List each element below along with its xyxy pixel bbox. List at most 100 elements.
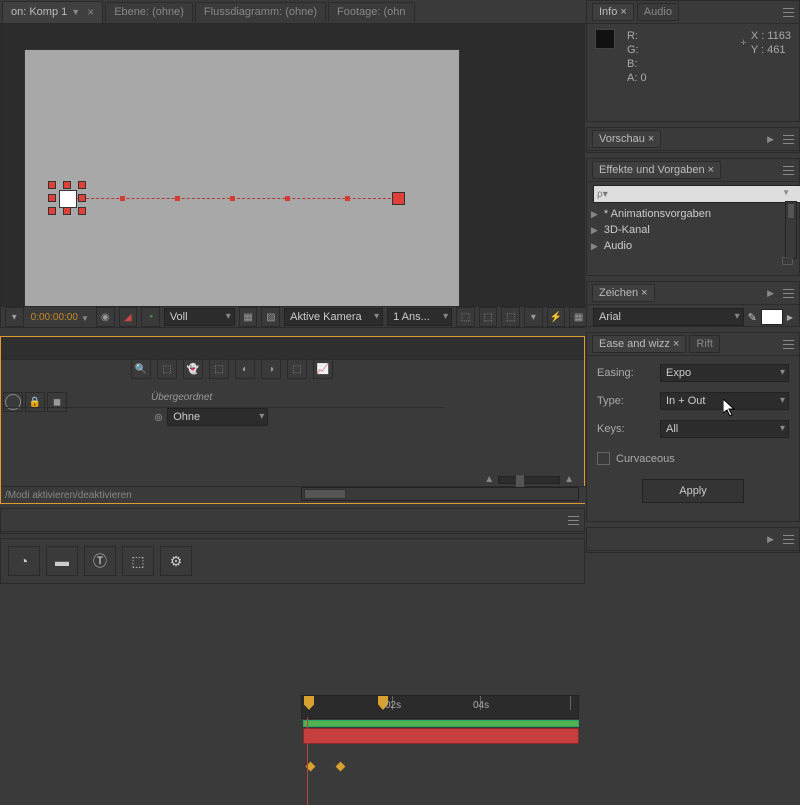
zoom-in-icon[interactable]: ▲	[564, 474, 574, 485]
swap-swatch-icon[interactable]: ▶	[787, 313, 793, 322]
tab-comp[interactable]: on: Komp 1 ▼ ×	[2, 1, 103, 23]
keys-label: Keys:	[597, 423, 652, 435]
layer-bar-1[interactable]	[303, 720, 579, 727]
expand-icon[interactable]: ▶	[767, 134, 774, 145]
effects-item-3d[interactable]: ▶3D-Kanal	[587, 222, 799, 238]
time-ruler[interactable]: 02s 04s	[301, 695, 579, 719]
rgb-icon[interactable]: ◔	[141, 307, 160, 327]
tab-audio[interactable]: Audio	[637, 3, 679, 21]
keys-dropdown[interactable]: All	[660, 420, 789, 438]
camera-dropdown[interactable]: Aktive Kamera	[284, 308, 383, 326]
snapshot-icon[interactable]: ◉	[96, 307, 115, 327]
close-icon[interactable]: ×	[648, 133, 654, 145]
mag-dropdown[interactable]: ▾	[5, 307, 24, 327]
roi-icon[interactable]: ▦	[239, 307, 258, 327]
resolution-dropdown[interactable]: Voll	[164, 308, 235, 326]
effects-search[interactable]	[593, 185, 800, 203]
close-icon[interactable]: ×	[620, 6, 626, 18]
fill-swatch[interactable]	[761, 309, 783, 325]
tool-settings[interactable]: ⚙	[160, 546, 192, 576]
info-b: B:	[627, 57, 647, 71]
views-dropdown[interactable]: 1 Ans...	[387, 308, 452, 326]
info-g: G:	[627, 43, 647, 57]
zoom-out-icon[interactable]: ▲	[484, 474, 494, 485]
panel-menu-icon[interactable]	[783, 166, 794, 175]
tab-preview[interactable]: Vorschau ×	[592, 130, 661, 148]
chevron-down-icon: ▼	[71, 7, 80, 17]
font-family-dropdown[interactable]: Arial	[593, 308, 744, 326]
panel-menu-icon[interactable]	[783, 8, 794, 17]
easing-label: Easing:	[597, 367, 652, 379]
eyedropper-icon[interactable]: ✎	[748, 311, 757, 324]
work-area-start[interactable]	[304, 696, 314, 710]
tool-mask[interactable]: ▬	[46, 546, 78, 576]
tl-graph-icon[interactable]: 📈	[313, 359, 333, 379]
tool-text[interactable]: Ⓣ	[84, 546, 116, 576]
transparency-icon[interactable]: ▨	[261, 307, 280, 327]
effects-item-audio[interactable]: ▶Audio	[587, 238, 799, 254]
tab-layer[interactable]: Ebene: (ohne)	[105, 2, 193, 22]
parent-dropdown[interactable]: Ohne	[167, 408, 268, 426]
expand-icon[interactable]: ▶	[767, 288, 774, 299]
timeline-statusbar: /Modi aktivieren/deaktivieren	[5, 490, 132, 501]
view-d-icon[interactable]: ▾	[524, 307, 543, 327]
composition-canvas[interactable]	[25, 50, 459, 309]
effects-item-presets[interactable]: ▶* Animationsvorgaben	[587, 206, 799, 222]
tab-easewizz[interactable]: Ease and wizz ×	[592, 335, 686, 353]
view-c-icon[interactable]: ⬚	[501, 307, 520, 327]
ruler-tick-02: 02s	[385, 700, 401, 711]
tl-fx-icon[interactable]: ⬚	[209, 359, 229, 379]
panel-menu-icon[interactable]	[568, 516, 579, 525]
keyframe[interactable]	[336, 762, 346, 772]
tab-footage[interactable]: Footage: (ohn	[328, 2, 415, 22]
apply-button[interactable]: Apply	[642, 479, 744, 503]
panel-menu-icon[interactable]	[783, 340, 794, 349]
panel-menu-icon[interactable]	[783, 135, 794, 144]
info-a-label: A:	[627, 72, 637, 84]
ruler-tick-04: 04s	[473, 700, 489, 711]
close-icon[interactable]: ×	[87, 5, 94, 19]
tab-flowchart[interactable]: Flussdiagramm: (ohne)	[195, 2, 326, 22]
type-dropdown[interactable]: In + Out	[660, 392, 789, 410]
info-r: R:	[627, 29, 647, 43]
info-x: X : 1163	[751, 29, 791, 43]
parent-header: Übergeordnet	[151, 392, 212, 403]
tl-shy-icon[interactable]: 👻	[183, 359, 203, 379]
info-y: Y : 461	[751, 43, 791, 57]
fast-prev-icon[interactable]: ⚡	[547, 307, 566, 327]
time-playhead	[307, 717, 308, 805]
view-b-icon[interactable]: ⬚	[479, 307, 498, 327]
timeline-hscroll[interactable]	[301, 487, 579, 501]
panel-menu-icon[interactable]	[783, 289, 794, 298]
tl-search-icon[interactable]: 🔍	[131, 359, 151, 379]
easing-dropdown[interactable]: Expo	[660, 364, 789, 382]
tool-puppet[interactable]: ⬚	[122, 546, 154, 576]
effects-vscroll[interactable]	[785, 201, 797, 259]
close-icon[interactable]: ×	[641, 287, 647, 299]
tab-rift[interactable]: Rift	[689, 335, 720, 353]
close-icon[interactable]: ×	[673, 338, 679, 350]
layer-bar-2[interactable]	[303, 728, 579, 744]
tl-3d-icon[interactable]: ⬚	[287, 359, 307, 379]
tool-clock[interactable]: ◔	[8, 546, 40, 576]
tl-frame-icon[interactable]: ◑	[261, 359, 281, 379]
shape-start[interactable]	[46, 183, 88, 213]
tab-character[interactable]: Zeichen ×	[592, 284, 655, 302]
curvaceous-checkbox[interactable]	[597, 452, 610, 465]
color-swatch	[595, 29, 615, 49]
tab-effects[interactable]: Effekte und Vorgaben ×	[592, 161, 721, 179]
tl-mb-icon[interactable]: ◐	[235, 359, 255, 379]
new-bin-icon[interactable]: 🗀	[782, 253, 793, 272]
view-a-icon[interactable]: ⬚	[456, 307, 475, 327]
panel-menu-icon[interactable]	[783, 535, 794, 544]
tl-mini-icon[interactable]: ⬚	[157, 359, 177, 379]
zoom-slider[interactable]	[498, 476, 560, 484]
channel-icon[interactable]: ◢	[119, 307, 138, 327]
shape-end[interactable]	[393, 193, 404, 204]
pickwhip-icon[interactable]: ⊚	[154, 411, 163, 424]
expand-icon[interactable]: ▶	[767, 534, 774, 545]
close-icon[interactable]: ×	[708, 164, 714, 176]
type-label: Type:	[597, 395, 652, 407]
timecode[interactable]: 0:00:00:00	[28, 312, 92, 323]
tab-info[interactable]: Info ×	[592, 3, 634, 21]
